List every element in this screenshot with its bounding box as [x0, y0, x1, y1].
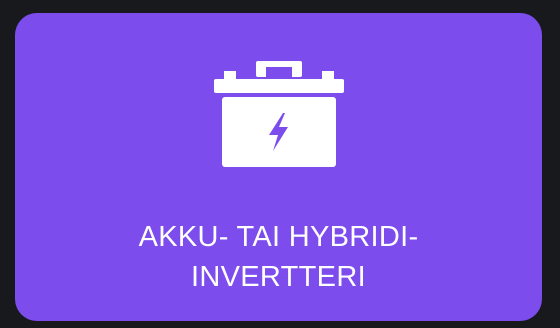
battery-icon-container: [15, 61, 542, 167]
battery-inverter-option-card[interactable]: AKKU- TAI HYBRIDI- INVERTTERI: [15, 13, 542, 321]
card-label-line-2: INVERTTERI: [191, 261, 366, 293]
card-label-line-1: AKKU- TAI HYBRIDI-: [138, 221, 419, 253]
card-label: AKKU- TAI HYBRIDI- INVERTTERI: [15, 217, 542, 297]
battery-charging-icon: [213, 61, 344, 167]
